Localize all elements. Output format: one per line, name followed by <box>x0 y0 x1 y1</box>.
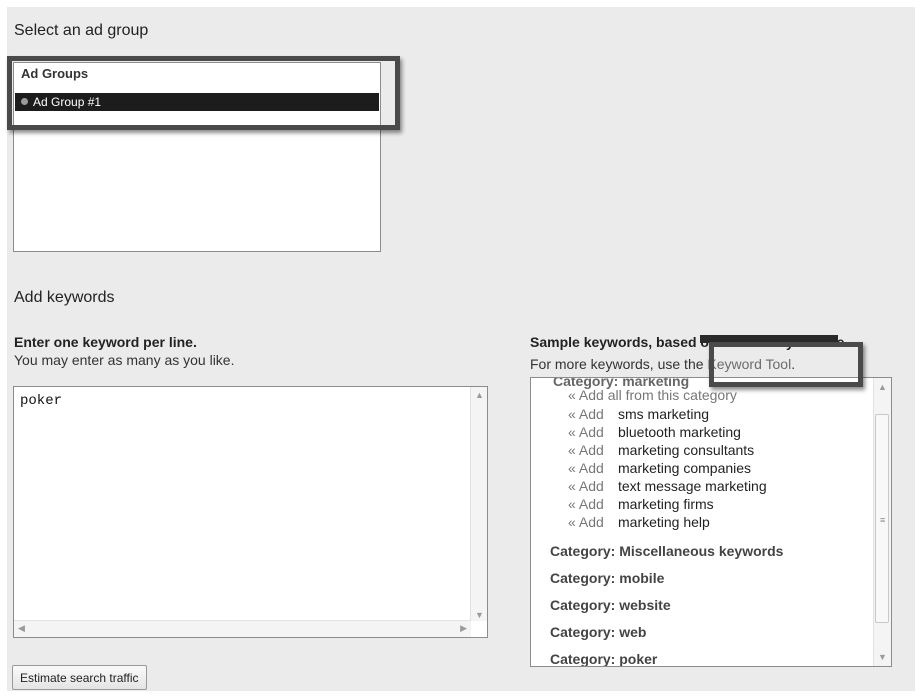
scroll-left-icon[interactable]: ◀ <box>18 623 25 634</box>
keyword-row[interactable]: « Add marketing companies <box>568 459 751 477</box>
add-keywords-title: Add keywords <box>14 289 115 306</box>
category-label: Category: <box>550 624 616 640</box>
category-row[interactable]: Category: Miscellaneous keywords <box>550 543 783 559</box>
category-label: Category: <box>550 597 616 613</box>
add-all-link[interactable]: « Add all from this category <box>568 387 737 403</box>
more-keywords-prefix: For more keywords, use t <box>530 356 688 372</box>
keyword-row[interactable]: « Add bluetooth marketing <box>568 423 741 441</box>
category-label: Category: <box>550 570 616 586</box>
keyword-term: marketing consultants <box>618 442 755 458</box>
scroll-up-icon[interactable]: ▲ <box>878 382 887 392</box>
add-link[interactable]: « Add <box>568 459 618 477</box>
category-name: mobile <box>619 570 665 586</box>
category-name: Miscellaneous keywords <box>619 543 784 559</box>
scrollbar-thumb[interactable]: ≡ <box>875 414 889 623</box>
more-keywords-obscured: he <box>687 356 704 372</box>
sample-keywords-list[interactable]: Category: marketing « Add all from this … <box>530 377 892 667</box>
keyword-row[interactable]: « Add marketing consultants <box>568 441 754 459</box>
category-name: poker <box>619 651 658 667</box>
highlight-box-ad-groups <box>7 56 400 130</box>
category-row[interactable]: Category: mobile <box>550 570 664 586</box>
add-link[interactable]: « Add <box>568 405 618 423</box>
keywords-horizontal-scrollbar[interactable]: ◀ ▶ <box>14 620 471 637</box>
keyword-term: marketing firms <box>618 496 714 512</box>
add-link[interactable]: « Add <box>568 441 618 459</box>
scroll-right-icon[interactable]: ▶ <box>460 623 467 634</box>
keyword-row[interactable]: « Add marketing help <box>568 513 710 531</box>
keywords-textarea[interactable]: poker ▲ ▼ ◀ ▶ <box>13 386 488 638</box>
category-label: Category: <box>550 651 616 667</box>
keyword-term: marketing help <box>618 514 710 530</box>
category-name: web <box>619 624 647 640</box>
keyword-term: text message marketing <box>618 478 767 494</box>
keyword-row[interactable]: « Add marketing firms <box>568 495 714 513</box>
add-link[interactable]: « Add <box>568 423 618 441</box>
scroll-down-icon[interactable]: ▼ <box>878 652 887 662</box>
keywords-text[interactable]: poker <box>20 393 62 409</box>
keyword-term: sms marketing <box>618 406 710 422</box>
add-link[interactable]: « Add <box>568 477 618 495</box>
category-row[interactable]: Category: poker <box>550 651 658 667</box>
category-name: website <box>619 597 671 613</box>
scroll-up-icon[interactable]: ▲ <box>475 390 484 400</box>
keyword-row[interactable]: « Add sms marketing <box>568 405 709 423</box>
scroll-down-icon[interactable]: ▼ <box>475 610 484 620</box>
category-row[interactable]: Category: web <box>550 624 646 640</box>
select-ad-group-title: Select an ad group <box>14 22 149 39</box>
keyword-row[interactable]: « Add text message marketing <box>568 477 767 495</box>
sample-title-start: Sample keywords, bas <box>530 334 681 350</box>
estimate-search-traffic-button[interactable]: Estimate search traffic <box>12 665 147 690</box>
grip-icon: ≡ <box>880 515 886 525</box>
highlight-box-keyword-tool <box>709 342 863 387</box>
category-row[interactable]: Category: website <box>550 597 671 613</box>
enter-keywords-heading: Enter one keyword per line. <box>14 334 197 350</box>
add-link[interactable]: « Add <box>568 513 618 531</box>
category-label: Category: <box>550 543 616 559</box>
enter-keywords-hint: You may enter as many as you like. <box>14 352 235 368</box>
add-link[interactable]: « Add <box>568 495 618 513</box>
keywords-vertical-scrollbar[interactable]: ▲ ▼ <box>470 387 487 621</box>
keyword-term: marketing companies <box>618 460 752 476</box>
sample-vertical-scrollbar[interactable]: ▲ ≡ ▼ <box>873 378 891 666</box>
keyword-term: bluetooth marketing <box>618 424 741 440</box>
